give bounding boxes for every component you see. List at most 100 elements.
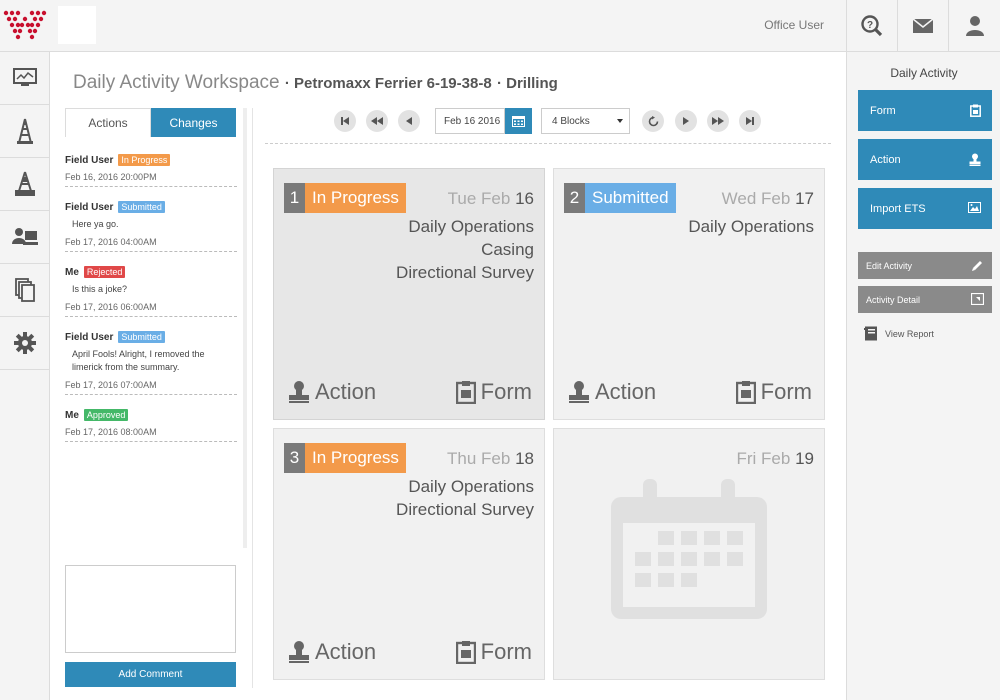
nav-users[interactable] bbox=[0, 211, 50, 264]
date-toolbar: Feb 16 2016 4 Blocks bbox=[265, 108, 831, 144]
activity-line[interactable]: Directional Survey bbox=[396, 261, 534, 284]
refresh-icon bbox=[648, 115, 658, 126]
previous-button[interactable] bbox=[398, 110, 420, 132]
nav-documents[interactable] bbox=[0, 264, 50, 317]
help-search-button[interactable]: ? bbox=[846, 0, 897, 51]
calendar-button[interactable] bbox=[505, 108, 532, 134]
rewind-icon bbox=[371, 117, 383, 125]
entry-time: Feb 16, 2016 20:00PM bbox=[65, 172, 157, 182]
block-footer: Action Form bbox=[568, 379, 812, 407]
activity-line[interactable]: Directional Survey bbox=[396, 498, 534, 521]
block-number: 2 bbox=[564, 183, 585, 213]
import-ets-label: Import ETS bbox=[870, 202, 926, 215]
feed-tabs: Actions Changes bbox=[65, 108, 236, 137]
tab-actions[interactable]: Actions bbox=[65, 108, 151, 137]
day-block[interactable]: 1 In Progress Tue Feb 16 Daily Operation… bbox=[273, 168, 545, 420]
user-icon bbox=[965, 15, 984, 36]
previous-icon bbox=[406, 117, 412, 125]
nav-wells[interactable] bbox=[0, 105, 50, 158]
block-day-number: 19 bbox=[795, 449, 814, 468]
block-action-button[interactable]: Action bbox=[568, 379, 656, 405]
skip-first-icon bbox=[341, 117, 349, 125]
clipboard-icon bbox=[455, 641, 476, 664]
add-comment-button[interactable]: Add Comment bbox=[65, 662, 236, 687]
tab-changes[interactable]: Changes bbox=[151, 108, 236, 137]
edit-activity-label: Edit Activity bbox=[866, 260, 913, 271]
mail-button[interactable] bbox=[897, 0, 948, 51]
stamp-icon bbox=[289, 381, 309, 403]
nav-settings[interactable] bbox=[0, 317, 50, 370]
list-item: Me Rejected Is this a joke? Feb 17, 2016 … bbox=[65, 264, 237, 317]
chevron-down-icon bbox=[617, 119, 623, 123]
date-field[interactable]: Feb 16 2016 bbox=[435, 108, 505, 134]
fast-forward-icon bbox=[712, 117, 724, 125]
documents-icon bbox=[15, 278, 35, 302]
block-action-label: Action bbox=[595, 379, 657, 404]
block-footer: Action Form bbox=[288, 379, 532, 407]
import-ets-button[interactable]: Import ETS bbox=[858, 188, 992, 229]
entry-message: April Fools! Alright, I removed the lime… bbox=[72, 349, 205, 372]
refresh-button[interactable] bbox=[642, 110, 664, 132]
client-logo-placeholder bbox=[58, 6, 96, 44]
rewind-button[interactable] bbox=[366, 110, 388, 132]
entry-time: Feb 17, 2016 07:00AM bbox=[65, 380, 157, 390]
expand-window-icon bbox=[971, 293, 984, 305]
block-day-number: 17 bbox=[795, 189, 814, 208]
day-block[interactable]: 2 Submitted Wed Feb 17 Daily Operations … bbox=[553, 168, 825, 420]
stamp-icon bbox=[569, 381, 589, 403]
first-button[interactable] bbox=[334, 110, 356, 132]
action-button-label: Action bbox=[870, 153, 901, 166]
blocks-select[interactable]: 4 Blocks bbox=[541, 108, 630, 134]
calendar-icon bbox=[512, 115, 525, 127]
block-form-label: Form bbox=[480, 379, 532, 404]
block-day: Tue Feb bbox=[447, 189, 511, 208]
entry-user: Field User bbox=[65, 154, 114, 166]
fast-forward-button[interactable] bbox=[707, 110, 729, 132]
clipboard-icon bbox=[735, 381, 756, 404]
image-icon bbox=[968, 202, 981, 213]
view-report-link[interactable]: View Report bbox=[864, 326, 934, 341]
nav-drilling[interactable] bbox=[0, 158, 50, 211]
current-user-label[interactable]: Office User bbox=[764, 18, 824, 32]
block-activities: Daily Operations bbox=[688, 215, 814, 238]
day-block[interactable]: 3 In Progress Thu Feb 18 Daily Operation… bbox=[273, 428, 545, 680]
activity-line[interactable]: Daily Operations bbox=[396, 215, 534, 238]
comment-input[interactable] bbox=[65, 565, 236, 653]
activity-line[interactable]: Casing bbox=[396, 238, 534, 261]
activity-line[interactable]: Daily Operations bbox=[396, 475, 534, 498]
block-action-button[interactable]: Action bbox=[288, 379, 376, 405]
block-form-button[interactable]: Form bbox=[455, 639, 532, 665]
top-bar: Office User ? bbox=[0, 0, 1000, 52]
block-form-button[interactable]: Form bbox=[455, 379, 532, 405]
last-button[interactable] bbox=[739, 110, 761, 132]
activity-detail-label: Activity Detail bbox=[866, 294, 921, 305]
nav-dashboard[interactable] bbox=[0, 52, 50, 105]
block-action-label: Action bbox=[315, 639, 377, 664]
feed-scrollbar[interactable] bbox=[243, 108, 247, 548]
block-date: Fri Feb 19 bbox=[737, 449, 815, 469]
status-badge: Rejected bbox=[83, 266, 126, 278]
status-badge: In Progress bbox=[118, 154, 171, 166]
activity-detail-button[interactable]: Activity Detail bbox=[858, 286, 992, 313]
next-icon bbox=[683, 117, 689, 125]
company-logo[interactable] bbox=[0, 0, 50, 50]
entry-user: Field User bbox=[65, 331, 114, 343]
block-form-button[interactable]: Form bbox=[735, 379, 812, 405]
edit-activity-button[interactable]: Edit Activity bbox=[858, 252, 992, 279]
form-button[interactable]: Form bbox=[858, 90, 992, 131]
report-book-icon bbox=[864, 326, 877, 341]
day-block-empty[interactable]: Fri Feb 19 bbox=[553, 428, 825, 680]
block-activities: Daily Operations Directional Survey bbox=[396, 475, 534, 521]
status-badge: Submitted bbox=[118, 331, 165, 343]
block-footer: Action Form bbox=[288, 639, 532, 667]
block-form-label: Form bbox=[480, 639, 532, 664]
profile-button[interactable] bbox=[948, 0, 1000, 51]
entry-time: Feb 17, 2016 04:00AM bbox=[65, 237, 157, 247]
drilling-rig-icon bbox=[15, 171, 35, 196]
next-button[interactable] bbox=[675, 110, 697, 132]
main-content: Daily Activity Workspace · Petromaxx Fer… bbox=[50, 52, 846, 700]
entry-time: Feb 17, 2016 06:00AM bbox=[65, 302, 157, 312]
action-button[interactable]: Action bbox=[858, 139, 992, 180]
activity-line[interactable]: Daily Operations bbox=[688, 215, 814, 238]
block-action-button[interactable]: Action bbox=[288, 639, 376, 665]
